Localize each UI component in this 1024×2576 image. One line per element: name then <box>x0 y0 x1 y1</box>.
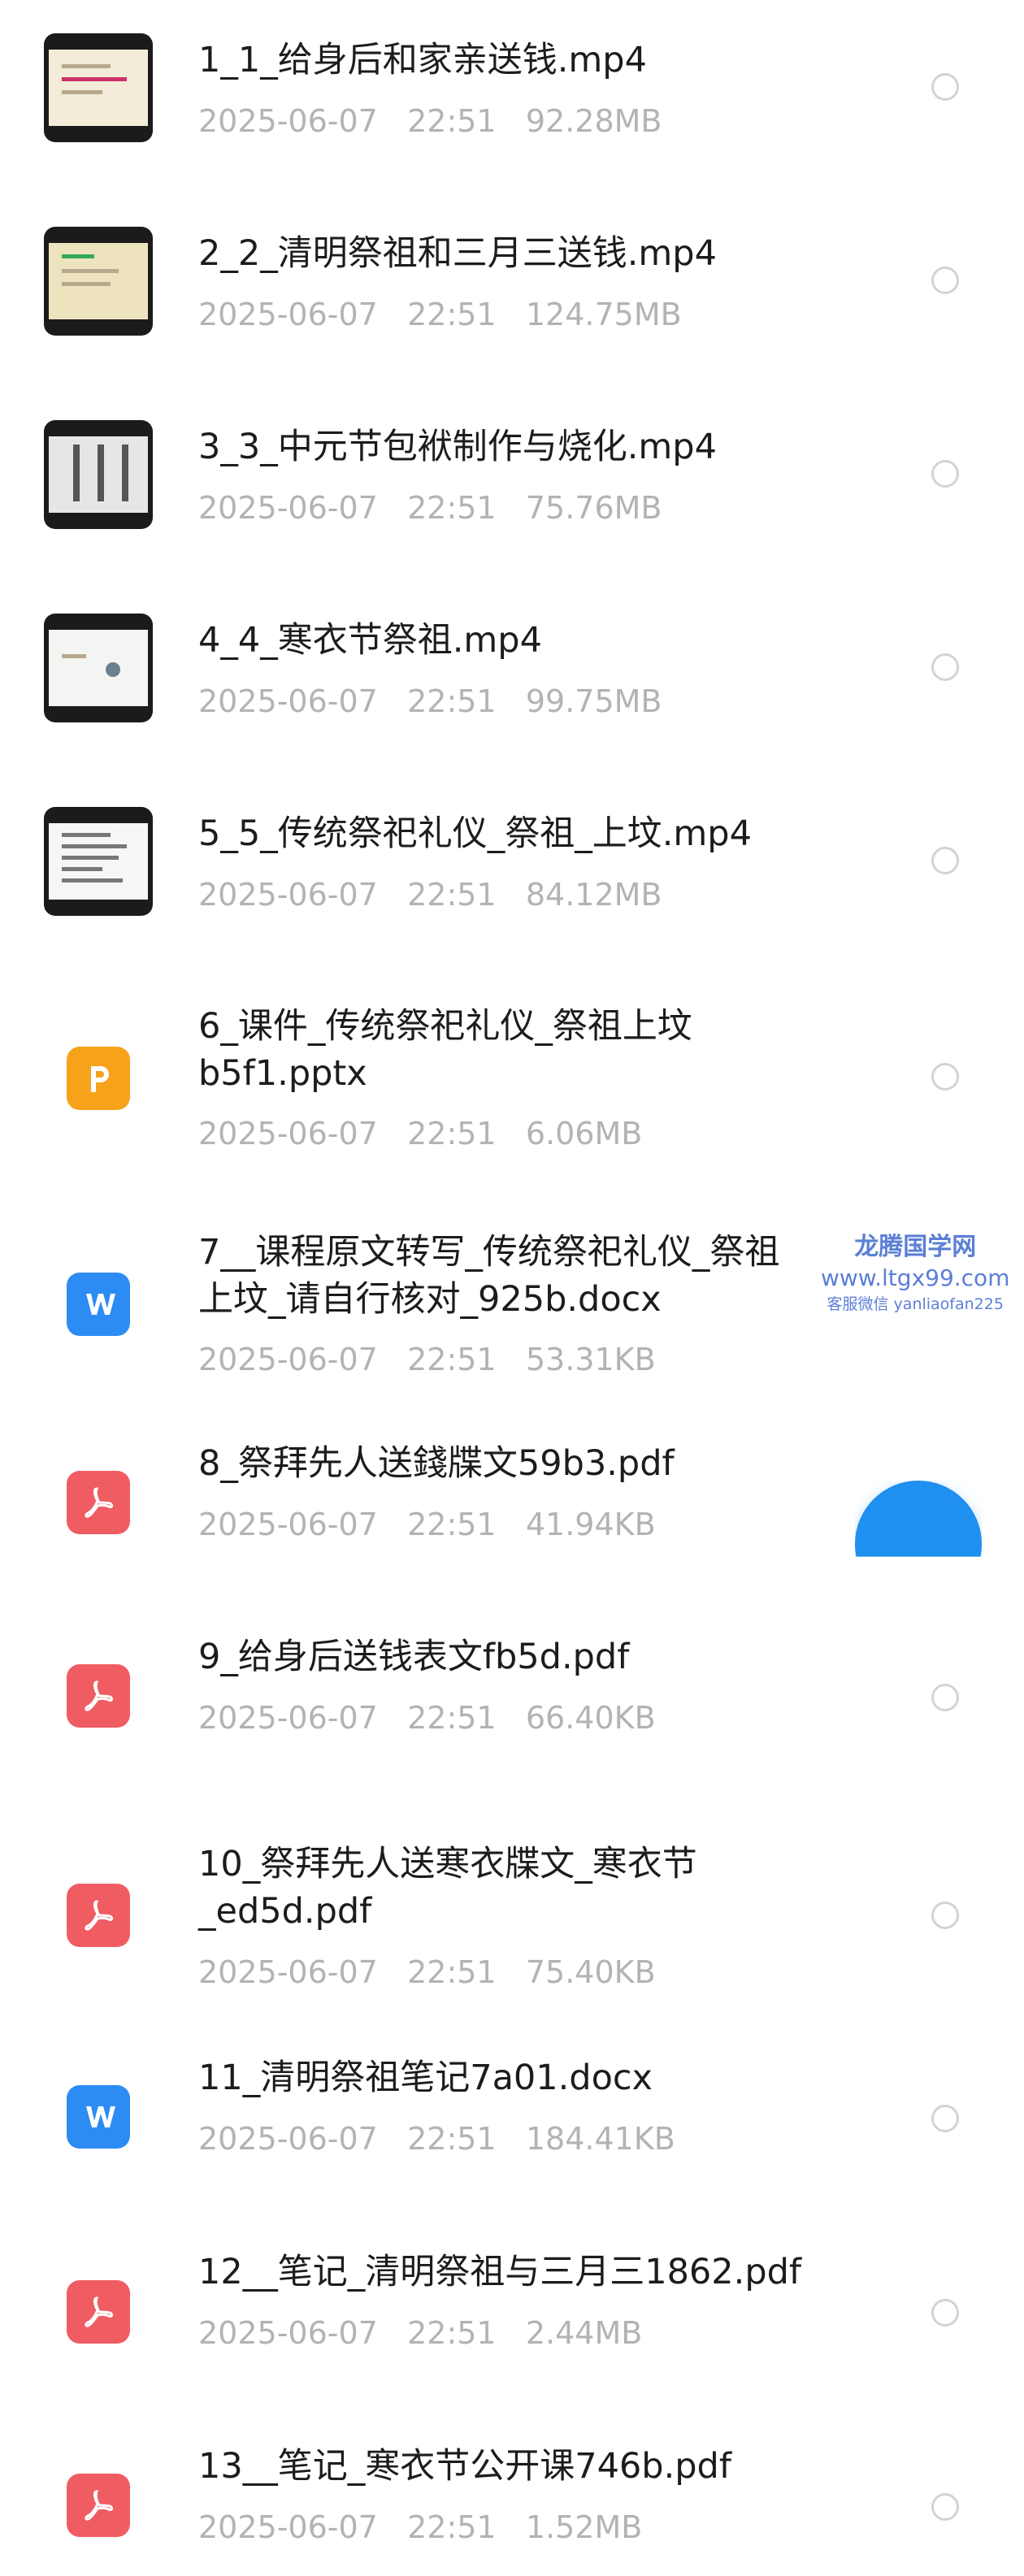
file-title: 10_祭拜先人送寒衣牒文_寒衣节 <box>198 1844 697 1884</box>
file-meta: 2025-06-07 22:51 53.31KB <box>198 1342 656 1377</box>
pdf-icon <box>67 2280 130 2344</box>
pdf-icon <box>67 1471 130 1534</box>
video-thumbnail <box>44 33 153 142</box>
select-radio[interactable] <box>931 2493 959 2521</box>
select-radio[interactable] <box>931 1063 959 1091</box>
select-radio[interactable] <box>931 847 959 874</box>
video-thumbnail <box>44 227 153 336</box>
watermark-name: 龙腾国学网 <box>854 1233 977 1261</box>
select-radio[interactable] <box>931 2299 959 2327</box>
floating-action-button[interactable] <box>855 1481 982 1557</box>
file-meta: 2025-06-07 22:51 66.40KB <box>198 1700 656 1736</box>
select-radio[interactable] <box>931 460 959 488</box>
watermark: 龙腾国学网 www.ltgx99.com 客服微信 yanliaofan225 <box>821 1231 1009 1316</box>
video-thumbnail <box>44 614 153 722</box>
file-meta: 2025-06-07 22:51 75.76MB <box>198 490 662 526</box>
watermark-url: www.ltgx99.com <box>821 1264 1010 1291</box>
file-meta: 2025-06-07 22:51 84.12MB <box>198 877 662 913</box>
pdf-icon <box>67 1884 130 1947</box>
file-title-line2: _ed5d.pdf <box>198 1891 372 1932</box>
select-radio[interactable] <box>931 267 959 294</box>
video-thumbnail <box>44 420 153 529</box>
file-meta: 2025-06-07 22:51 6.06MB <box>198 1116 643 1151</box>
pdf-icon <box>67 2474 130 2537</box>
file-title: 9_给身后送钱表文fb5d.pdf <box>198 1637 630 1677</box>
select-radio[interactable] <box>931 1902 959 1929</box>
file-title: 12__笔记_清明祭祖与三月三1862.pdf <box>198 2252 802 2292</box>
docx-icon <box>67 1273 130 1336</box>
file-meta: 2025-06-07 22:51 92.28MB <box>198 103 662 139</box>
file-meta: 2025-06-07 22:51 75.40KB <box>198 1954 656 1990</box>
watermark-contact: 客服微信 yanliaofan225 <box>827 1295 1004 1313</box>
select-radio[interactable] <box>931 1684 959 1711</box>
file-meta: 2025-06-07 22:51 184.41KB <box>198 2121 675 2157</box>
file-title-line2: b5f1.pptx <box>198 1053 367 1094</box>
select-radio[interactable] <box>931 2105 959 2132</box>
file-title: 2_2_清明祭祖和三月三送钱.mp4 <box>198 233 717 274</box>
pptx-icon <box>67 1047 130 1110</box>
file-title: 1_1_给身后和家亲送钱.mp4 <box>198 40 647 80</box>
video-thumbnail <box>44 807 153 916</box>
file-title: 7__课程原文转写_传统祭祀礼仪_祭祖 <box>198 1232 780 1273</box>
select-radio[interactable] <box>931 73 959 101</box>
file-title: 11_清明祭祖笔记7a01.docx <box>198 2058 653 2098</box>
file-title: 5_5_传统祭祀礼仪_祭祖_上坟.mp4 <box>198 813 752 854</box>
file-title: 6_课件_传统祭祀礼仪_祭祖上坟 <box>198 1006 692 1047</box>
pdf-icon <box>67 1664 130 1728</box>
file-title: 3_3_中元节包袱制作与烧化.mp4 <box>198 427 717 467</box>
docx-icon <box>67 2085 130 2149</box>
file-meta: 2025-06-07 22:51 2.44MB <box>198 2315 643 2351</box>
file-meta: 2025-06-07 22:51 124.75MB <box>198 297 682 332</box>
select-radio[interactable] <box>931 653 959 681</box>
file-meta: 2025-06-07 22:51 1.52MB <box>198 2509 643 2545</box>
file-meta: 2025-06-07 22:51 99.75MB <box>198 683 662 719</box>
file-title: 13__笔记_寒衣节公开课746b.pdf <box>198 2446 731 2487</box>
file-title: 8_祭拜先人送錢牒文59b3.pdf <box>198 1443 675 1484</box>
file-meta: 2025-06-07 22:51 41.94KB <box>198 1507 656 1542</box>
file-title-line2: 上坟_请自行核对_925b.docx <box>198 1279 662 1320</box>
file-title: 4_4_寒衣节祭祖.mp4 <box>198 620 542 661</box>
